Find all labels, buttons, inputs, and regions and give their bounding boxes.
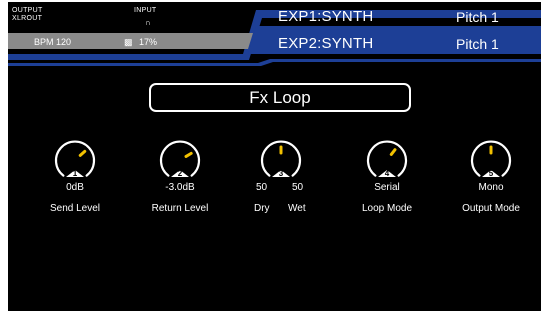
knob-indicator [184, 151, 193, 158]
knob-dial[interactable]: 2 [158, 130, 202, 182]
wet-value: 50 [292, 182, 304, 193]
xlrout-label: XLROUT [12, 15, 43, 22]
knob-dial[interactable]: 1 [53, 130, 97, 182]
knob-index: 1 [73, 169, 78, 178]
headphones-icon: ∩ [145, 18, 151, 27]
tuner-icon[interactable]: ▩ [124, 37, 133, 47]
exp2-label[interactable]: EXP2:SYNTH [278, 35, 373, 53]
knob-dial[interactable]: 3 [259, 130, 303, 182]
output-label: OUTPUT [12, 7, 43, 14]
knob-dial[interactable]: 4 [365, 130, 409, 182]
knob-index: 5 [489, 169, 494, 178]
dry-label: Dry [254, 203, 270, 214]
exp1-label[interactable]: EXP1:SYNTH [278, 8, 373, 26]
dry-value: 50 [256, 182, 268, 193]
loop-mode-label: Loop Mode [361, 203, 413, 214]
block-title: Fx Loop [149, 83, 411, 112]
knob-indicator [78, 149, 87, 157]
send-level-label: Send Level [49, 203, 101, 214]
return-level-label: Return Level [151, 203, 209, 214]
exp2-value[interactable]: Pitch 1 [456, 35, 499, 53]
knob-return-level[interactable]: 2 -3.0dB Return Level [130, 130, 230, 220]
knob-indicator [389, 148, 397, 156]
knob-dial[interactable]: 5 [469, 130, 513, 182]
knob-loop-mode[interactable]: 4 Serial Loop Mode [337, 130, 437, 220]
output-mode-label: Output Mode [462, 203, 520, 214]
cpu-usage: 17% [139, 37, 158, 47]
knob-send-level[interactable]: 1 0dB Send Level [25, 130, 125, 220]
wet-label: Wet [288, 203, 306, 214]
knob-dry-wet[interactable]: 3 50 50 Dry Wet [231, 130, 331, 220]
top-status-bar: OUTPUT XLROUT INPUT ∩ BPM 120 ▩ 17% EXP1… [8, 2, 541, 68]
loop-mode-value: Serial [374, 182, 400, 193]
return-level-value: -3.0dB [165, 182, 195, 193]
knob-index: 3 [279, 169, 284, 178]
send-level-value: 0dB [66, 182, 84, 193]
knob-index: 2 [178, 169, 183, 178]
input-label: INPUT [134, 7, 157, 14]
knob-output-mode[interactable]: 5 Mono Output Mode [441, 130, 541, 220]
knob-index: 4 [385, 169, 390, 178]
output-mode-value: Mono [478, 182, 504, 193]
bpm-display[interactable]: BPM 120 [34, 36, 71, 48]
exp1-value[interactable]: Pitch 1 [456, 8, 499, 26]
device-screen: OUTPUT XLROUT INPUT ∩ BPM 120 ▩ 17% EXP1… [8, 2, 541, 311]
